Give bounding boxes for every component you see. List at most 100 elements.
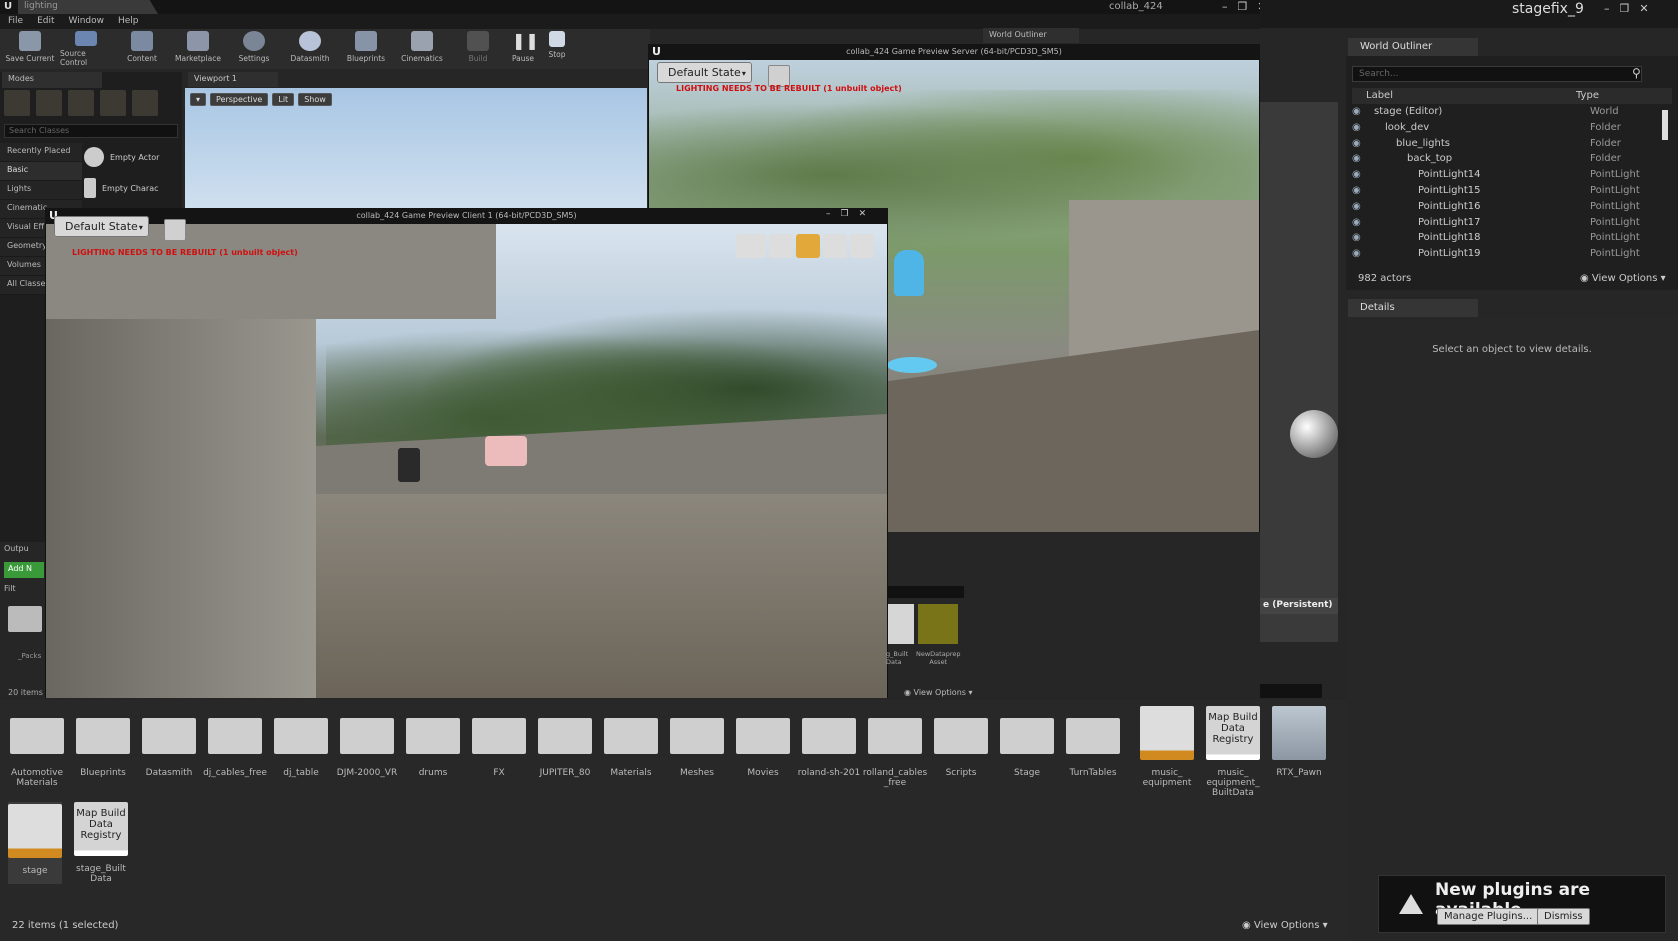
outliner-search-input[interactable]: Search... — [1352, 66, 1642, 82]
content-folder[interactable]: dj_cables_free — [203, 714, 267, 788]
folder-icon[interactable] — [8, 606, 42, 632]
viewport-menu-button[interactable]: ▾ — [190, 93, 207, 106]
level-tab[interactable]: lighting — [18, 0, 158, 14]
visibility-eye-icon[interactable]: ◉ — [1352, 169, 1366, 185]
content-folder[interactable]: Datasmith — [142, 714, 196, 788]
perspective-button[interactable]: Perspective — [210, 93, 269, 106]
content-folder[interactable]: Stage — [1000, 714, 1054, 788]
content-folder[interactable]: Automotive Materials — [10, 714, 64, 788]
cinematics-button[interactable]: Cinematics — [396, 31, 448, 67]
outliner-row[interactable]: ◉ PointLight17 PointLight — [1352, 217, 1672, 233]
content-folder[interactable]: JUPITER_80 — [538, 714, 592, 788]
place-empty-actor[interactable]: Empty Actor — [84, 144, 178, 170]
client-save-button[interactable] — [164, 219, 186, 241]
minimize-icon[interactable]: – — [1604, 2, 1610, 15]
dismiss-button[interactable]: Dismiss — [1537, 908, 1590, 925]
content-folder[interactable]: Meshes — [670, 714, 724, 788]
viewport1[interactable] — [185, 88, 647, 208]
world-outliner-bg-tab[interactable]: World Outliner — [983, 28, 1079, 43]
minimize-icon[interactable]: – — [1222, 0, 1228, 13]
brush-icon[interactable] — [736, 234, 766, 258]
modes-tab[interactable]: Modes — [2, 72, 102, 88]
content-view-options[interactable]: ◉ View Options ▾ — [1242, 920, 1328, 931]
content-folder[interactable]: rolland_cables _free — [863, 714, 927, 788]
visibility-eye-icon[interactable]: ◉ — [1352, 138, 1366, 154]
menu-edit[interactable]: Edit — [37, 16, 54, 27]
hand-icon[interactable] — [796, 234, 820, 258]
save-current-button[interactable]: Save Current — [4, 31, 56, 67]
minimize-icon[interactable]: – — [826, 209, 831, 219]
mid-asset-builtdata[interactable] — [888, 604, 914, 644]
menu-file[interactable]: File — [8, 16, 23, 27]
content-asset[interactable]: music_ equipment — [1140, 706, 1194, 798]
output-tab[interactable]: Outpu — [4, 544, 44, 558]
close-icon[interactable]: ✕ — [859, 209, 867, 219]
move-icon[interactable] — [823, 234, 847, 258]
marketplace-button[interactable]: Marketplace — [172, 31, 224, 67]
show-button[interactable]: Show — [298, 93, 332, 106]
outliner-row[interactable]: ◉ stage (Editor) World — [1352, 106, 1672, 122]
mid-view-options[interactable]: ◉ View Options ▾ — [904, 688, 973, 697]
stop-button[interactable]: Stop — [542, 31, 572, 67]
server-window-tab[interactable]: collab_424 — [1105, 0, 1175, 14]
search-classes-input[interactable]: Search Classes — [4, 124, 178, 138]
outliner-row[interactable]: ◉ blue_lights Folder — [1352, 138, 1672, 154]
content-folder[interactable]: Scripts — [934, 714, 988, 788]
teleport-icon[interactable] — [769, 234, 793, 258]
add-new-button[interactable]: Add N — [4, 562, 44, 578]
category-recently-placed[interactable]: Recently Placed — [0, 143, 82, 162]
settings-button[interactable]: Settings — [228, 31, 280, 67]
category-basic[interactable]: Basic — [0, 162, 82, 181]
landscape-mode-icon[interactable] — [68, 90, 94, 116]
visibility-eye-icon[interactable]: ◉ — [1352, 106, 1366, 122]
outliner-row[interactable]: ◉ look_dev Folder — [1352, 122, 1672, 138]
paint-mode-icon[interactable] — [36, 90, 62, 116]
outliner-row[interactable]: ◉ PointLight15 PointLight — [1352, 185, 1672, 201]
outliner-row[interactable]: ◉ PointLight19 PointLight — [1352, 248, 1672, 264]
content-folder[interactable]: Blueprints — [76, 714, 130, 788]
outliner-row[interactable]: ◉ PointLight14 PointLight — [1352, 169, 1672, 185]
visibility-eye-icon[interactable]: ◉ — [1352, 153, 1366, 169]
menu-help[interactable]: Help — [118, 16, 139, 27]
datasmith-button[interactable]: Datasmith — [284, 31, 336, 67]
mid-asset-dataprep[interactable] — [918, 604, 958, 644]
foliage-mode-icon[interactable] — [100, 90, 126, 116]
outliner-view-options[interactable]: ◉ View Options ▾ — [1580, 273, 1666, 284]
maximize-icon[interactable]: ❐ — [841, 209, 849, 219]
details-tab[interactable]: Details — [1348, 299, 1478, 317]
server-default-state[interactable]: Default State▾ — [657, 62, 756, 83]
content-folder[interactable]: drums — [406, 714, 460, 788]
place-empty-character[interactable]: Empty Charac — [84, 175, 178, 201]
client-default-state[interactable]: Default State▾ — [54, 216, 153, 237]
close-icon[interactable]: ✕ — [1639, 2, 1648, 15]
visibility-eye-icon[interactable]: ◉ — [1352, 201, 1366, 217]
lit-button[interactable]: Lit — [272, 93, 295, 106]
content-folder[interactable]: Materials — [604, 714, 658, 788]
maximize-icon[interactable]: ❐ — [1620, 2, 1630, 15]
menu-window[interactable]: Window — [69, 16, 105, 27]
visibility-eye-icon[interactable]: ◉ — [1352, 122, 1366, 138]
client-viewport[interactable] — [46, 224, 887, 698]
visibility-eye-icon[interactable]: ◉ — [1352, 248, 1366, 264]
content-folder[interactable]: dj_table — [274, 714, 328, 788]
content-folder[interactable]: roland-sh-201 — [798, 714, 860, 788]
content-asset[interactable]: stage — [8, 802, 62, 884]
viewport1-tab[interactable]: Viewport 1 — [188, 72, 278, 87]
right-search[interactable] — [1260, 684, 1322, 698]
build-button[interactable]: Build — [452, 31, 504, 67]
visibility-eye-icon[interactable]: ◉ — [1352, 217, 1366, 233]
blueprints-button[interactable]: Blueprints — [340, 31, 392, 67]
content-asset[interactable]: RTX_Pawn — [1272, 706, 1326, 798]
visibility-eye-icon[interactable]: ◉ — [1352, 232, 1366, 248]
content-asset[interactable]: Map Build Data Registry stage_Built Data — [74, 802, 128, 884]
content-asset[interactable]: Map Build Data Registry music_ equipment_… — [1206, 706, 1260, 798]
content-folder[interactable]: FX — [472, 714, 526, 788]
outliner-scrollbar[interactable] — [1662, 110, 1668, 140]
mid-search[interactable] — [888, 586, 964, 598]
visibility-eye-icon[interactable]: ◉ — [1352, 185, 1366, 201]
geometry-mode-icon[interactable] — [132, 90, 158, 116]
place-mode-icon[interactable] — [4, 90, 30, 116]
category-lights[interactable]: Lights — [0, 181, 82, 200]
outliner-row[interactable]: ◉ back_top Folder — [1352, 153, 1672, 169]
content-folder[interactable]: TurnTables — [1066, 714, 1120, 788]
